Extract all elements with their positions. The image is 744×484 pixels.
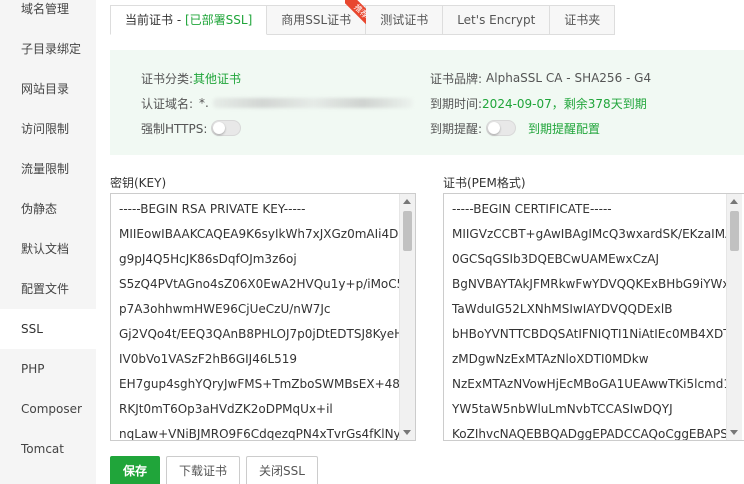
- sidebar-item-config-file[interactable]: 配置文件: [0, 269, 96, 309]
- cert-line: 0GCSqGSIb3DQEBCwUAMEwxCzAJ: [452, 252, 660, 266]
- sidebar-item-php[interactable]: PHP: [0, 349, 96, 389]
- cert-expiry-value: 2024-09-07，剩余378天到期: [482, 96, 647, 111]
- key-line: IV0bVo1VASzF2hB6GIJ46L519: [119, 352, 298, 366]
- expiry-reminder-row: 到期提醒: 到期提醒配置: [430, 118, 600, 138]
- cert-expiry-label: 到期时间:: [430, 96, 483, 111]
- cert-line: bHBoYVNTTCBDQSAtIFNIQTI1NiAtIEc0MB4XDTI: [452, 327, 735, 341]
- key-line: RKJt0mT6Op3aHVdZK2oDPMqUx+il: [119, 402, 333, 416]
- expiry-reminder-label: 到期提醒:: [430, 121, 483, 136]
- tab-current-status: [已部署SSL]: [184, 13, 253, 27]
- cert-line: MIIGVzCCBT+gAwIBAgIMcQ3wxardSK/EKzaIMA: [452, 227, 734, 241]
- scroll-down-icon[interactable]: [730, 430, 738, 435]
- sidebar-item-access-restriction[interactable]: 访问限制: [0, 109, 96, 149]
- cert-line: BgNVBAYTAkJFMRkwFwYDVQQKExBHbG9iYWx: [452, 277, 730, 291]
- cert-expiry-row: 到期时间: 2024-09-07，剩余378天到期: [430, 93, 647, 113]
- sidebar-item-site-directory[interactable]: 网站目录: [0, 69, 96, 109]
- key-scrollbar[interactable]: [399, 194, 415, 440]
- key-line: EH7gup4sghYQryJwFMS+TmZboSWMBsEX+48t: [119, 377, 405, 391]
- key-line: g9pJ4Q5HcJK86sDqfOJm3z6oj: [119, 252, 297, 266]
- force-https-toggle[interactable]: [211, 120, 242, 136]
- tab-certificate-folder[interactable]: 证书夹: [550, 5, 616, 35]
- cert-line: NzExMTAzNVowHjEcMBoGA1UEAwwTKi5lcmd1: [452, 377, 731, 391]
- cert-line: KoZIhvcNAQEBBQADggEPADCCAQoCggEBAPSu: [452, 427, 736, 441]
- redacted-domain: [212, 98, 413, 108]
- cert-brand-row: 证书品牌: AlphaSSL CA - SHA256 - G4: [430, 68, 651, 88]
- sidebar-item-subdirectory-binding[interactable]: 子目录绑定: [0, 29, 96, 69]
- cert-line: TaWduIG52LXNhMSIwIAYDVQQDExlB: [452, 302, 673, 316]
- cert-domain-row: 认证域名: *.: [141, 93, 413, 113]
- cert-brand-value: AlphaSSL CA - SHA256 - G4: [486, 71, 652, 85]
- cert-category-label: 证书分类:: [141, 71, 194, 86]
- toggle-knob: [213, 122, 226, 134]
- tab-lets-encrypt[interactable]: Let's Encrypt: [443, 5, 551, 35]
- key-line: nqLaw+VNiBJMRO9F6CdqezqPN4xTvrGs4fKlNyI: [119, 427, 405, 441]
- key-label: 密钥(KEY): [110, 176, 167, 190]
- scroll-up-icon[interactable]: [403, 199, 411, 204]
- certificate-textarea[interactable]: -----BEGIN CERTIFICATE----- MIIGVzCCBT+g…: [443, 193, 744, 441]
- force-https-row: 强制HTTPS:: [141, 118, 242, 138]
- certificate-label: 证书(PEM格式): [443, 176, 526, 190]
- sidebar-item-rewrite[interactable]: 伪静态: [0, 189, 96, 229]
- cert-line: -----BEGIN CERTIFICATE-----: [452, 202, 612, 216]
- sidebar-item-tomcat[interactable]: Tomcat: [0, 429, 96, 469]
- scrollbar-thumb[interactable]: [403, 211, 412, 251]
- toggle-knob: [488, 122, 501, 134]
- key-line: p7A3ohhwmHWE96CjUeCzU/nW7Jc: [119, 302, 331, 316]
- sidebar-item-composer[interactable]: Composer: [0, 389, 96, 429]
- tab-current-certificate[interactable]: 当前证书 - [已部署SSL]: [110, 5, 268, 35]
- sidebar-item-ssl[interactable]: SSL: [0, 309, 96, 349]
- tab-test-certificate[interactable]: 测试证书: [366, 5, 444, 35]
- cert-domain-label: 认证域名:: [141, 96, 194, 111]
- cert-line: YW5taW5nbWluLmNvbTCCASIwDQYJ: [452, 402, 673, 416]
- cert-category-row: 证书分类: 其他证书: [141, 68, 241, 88]
- key-line: Gj2VQo4t/EEQ3QAnB8PHLOJ7p0jDtEDTSJ8KyeH: [119, 327, 404, 341]
- ssl-tabs: 当前证书 - [已部署SSL] 商用SSL证书 推荐 测试证书 Let's En…: [110, 0, 616, 35]
- force-https-label: 强制HTTPS:: [141, 121, 208, 136]
- tab-commercial-ssl[interactable]: 商用SSL证书 推荐: [267, 0, 372, 35]
- cert-category-value: 其他证书: [193, 71, 242, 86]
- key-line: -----BEGIN RSA PRIVATE KEY-----: [119, 202, 306, 216]
- key-line: MIIEowIBAAKCAQEA9K6syIkWh7xJXGz0mAIi4DL: [119, 227, 406, 241]
- download-certificate-button[interactable]: 下载证书: [166, 456, 241, 484]
- certificate-scrollbar[interactable]: [726, 194, 742, 440]
- key-line: S5zQ4PVtAGno4sZ06X0EwA2HVQu1y+p/iMoC5: [119, 277, 405, 291]
- sidebar-item-domain-management[interactable]: 域名管理: [0, 0, 96, 29]
- cert-line: zMDgwNzExMTAzNloXDTI0MDkw: [452, 352, 649, 366]
- sidebar: 域名管理 子目录绑定 网站目录 访问限制 流量限制 伪静态 默认文档 配置文件 …: [0, 0, 96, 484]
- expiry-reminder-toggle[interactable]: [486, 120, 517, 136]
- tab-current-label: 当前证书 -: [125, 13, 185, 27]
- private-key-textarea[interactable]: -----BEGIN RSA PRIVATE KEY----- MIIEowIB…: [110, 193, 416, 441]
- cert-brand-label: 证书品牌:: [430, 71, 483, 86]
- scroll-up-icon[interactable]: [730, 199, 738, 204]
- scroll-down-icon[interactable]: [403, 430, 411, 435]
- sidebar-item-traffic-limit[interactable]: 流量限制: [0, 149, 96, 189]
- disable-ssl-button[interactable]: 关闭SSL: [246, 456, 318, 484]
- scrollbar-thumb[interactable]: [730, 211, 739, 251]
- cert-domain-value: *.: [199, 96, 209, 110]
- certificate-info-panel: 证书分类: 其他证书 证书品牌: AlphaSSL CA - SHA256 - …: [110, 50, 744, 155]
- expiry-reminder-config-link[interactable]: 到期提醒配置: [528, 120, 600, 137]
- save-button[interactable]: 保存: [110, 456, 161, 484]
- tab-commercial-label: 商用SSL证书: [281, 13, 352, 27]
- sidebar-item-default-document[interactable]: 默认文档: [0, 229, 96, 269]
